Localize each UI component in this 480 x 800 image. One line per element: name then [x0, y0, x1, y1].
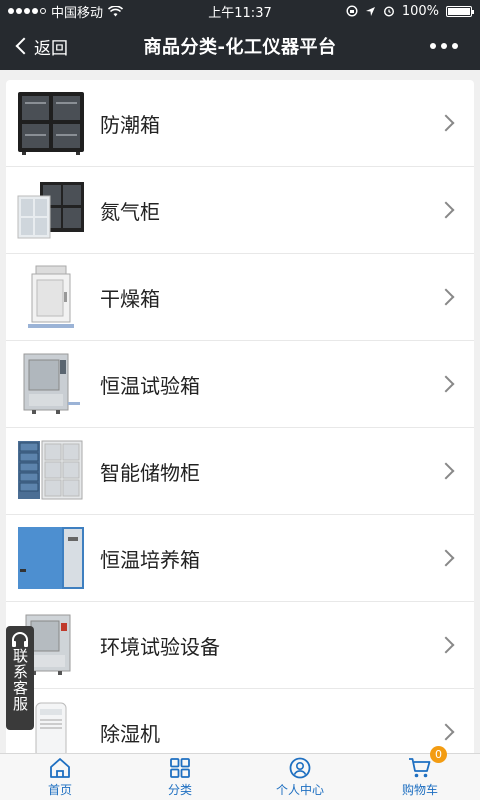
signal-strength-icon — [8, 8, 46, 14]
tab-cart[interactable]: 购物车 0 — [360, 746, 480, 800]
category-label: 智能储物柜 — [100, 460, 200, 485]
category-item-nitrogen-cabinet[interactable]: 氮气柜 — [6, 167, 474, 254]
category-label: 环境试验设备 — [100, 634, 220, 659]
cart-icon — [409, 757, 431, 777]
smart-locker-thumbnail — [14, 435, 88, 507]
customer-service-button[interactable]: 联系客服 — [6, 626, 34, 730]
category-item-environmental-chamber[interactable]: 环境试验设备 — [6, 602, 474, 689]
incubator-thumbnail — [14, 522, 88, 594]
chevron-right-icon — [437, 201, 455, 219]
category-label: 恒温试验箱 — [100, 373, 200, 398]
category-item-dry-cabinet[interactable]: 防潮箱 — [6, 80, 474, 167]
category-label: 干燥箱 — [100, 286, 160, 311]
more-dots-icon — [430, 43, 436, 49]
chevron-right-icon — [437, 375, 455, 393]
category-label: 氮气柜 — [100, 199, 160, 224]
battery-icon — [446, 5, 474, 17]
dry-cabinet-thumbnail — [14, 87, 88, 159]
navigation-bar: 返回 商品分类-化工仪器平台 — [0, 22, 480, 70]
alarm-icon — [383, 6, 394, 17]
category-content: 防潮箱 氮气柜 干燥箱 恒温试验箱 智能储物柜 恒温培养箱 环境试验设备 除湿机 — [0, 70, 480, 753]
status-right: 100% — [302, 3, 474, 19]
chevron-right-icon — [437, 549, 455, 567]
category-item-smart-locker[interactable]: 智能储物柜 — [6, 428, 474, 515]
customer-service-label: 联系客服 — [11, 648, 29, 712]
tab-label: 购物车 — [401, 782, 438, 797]
category-label: 除湿机 — [100, 721, 160, 746]
tab-label: 首页 — [47, 782, 72, 797]
category-item-dehumidifier[interactable]: 除湿机 — [6, 689, 474, 753]
status-left: 中国移动 — [8, 2, 178, 21]
orientation-lock-icon — [346, 5, 358, 17]
drying-oven-thumbnail — [14, 261, 88, 333]
category-list: 防潮箱 氮气柜 干燥箱 恒温试验箱 智能储物柜 恒温培养箱 环境试验设备 除湿机 — [6, 80, 474, 753]
battery-percent: 100% — [401, 3, 439, 19]
category-item-drying-oven[interactable]: 干燥箱 — [6, 254, 474, 341]
tab-categories[interactable]: 分类 — [120, 754, 240, 800]
category-label: 恒温培养箱 — [100, 547, 200, 572]
category-item-constant-temp-chamber[interactable]: 恒温试验箱 — [6, 341, 474, 428]
headset-icon — [12, 632, 28, 647]
tab-label: 分类 — [167, 782, 192, 797]
chevron-right-icon — [437, 636, 455, 654]
wifi-icon — [108, 5, 124, 16]
clock: 上午11:37 — [208, 5, 272, 21]
back-label: 返回 — [34, 38, 68, 59]
back-button[interactable]: 返回 — [0, 22, 100, 70]
nitrogen-cabinet-thumbnail — [14, 174, 88, 246]
constant-temp-chamber-thumbnail — [14, 348, 88, 420]
category-label: 防潮箱 — [100, 112, 160, 137]
tab-label: 个人中心 — [275, 782, 324, 797]
tab-home[interactable]: 首页 — [0, 754, 120, 800]
chevron-right-icon — [437, 462, 455, 480]
tab-profile[interactable]: 个人中心 — [240, 754, 360, 800]
carrier-name: 中国移动 — [51, 5, 104, 21]
status-bar: 中国移动 上午11:37 100% — [0, 0, 480, 22]
cart-count-badge: 0 — [430, 746, 447, 763]
chevron-right-icon — [437, 723, 455, 741]
home-icon — [50, 757, 70, 778]
chevron-right-icon — [437, 288, 455, 306]
chevron-left-icon — [15, 37, 33, 55]
grid-icon — [170, 757, 190, 778]
page-title: 商品分类-化工仪器平台 — [143, 37, 337, 58]
user-icon — [289, 757, 311, 778]
category-item-incubator[interactable]: 恒温培养箱 — [6, 515, 474, 602]
more-options-button[interactable] — [380, 22, 480, 70]
bottom-tab-bar: 首页 分类 个人中心 购物车 0 — [0, 746, 480, 800]
chevron-right-icon — [437, 114, 455, 132]
location-arrow-icon — [365, 6, 375, 16]
